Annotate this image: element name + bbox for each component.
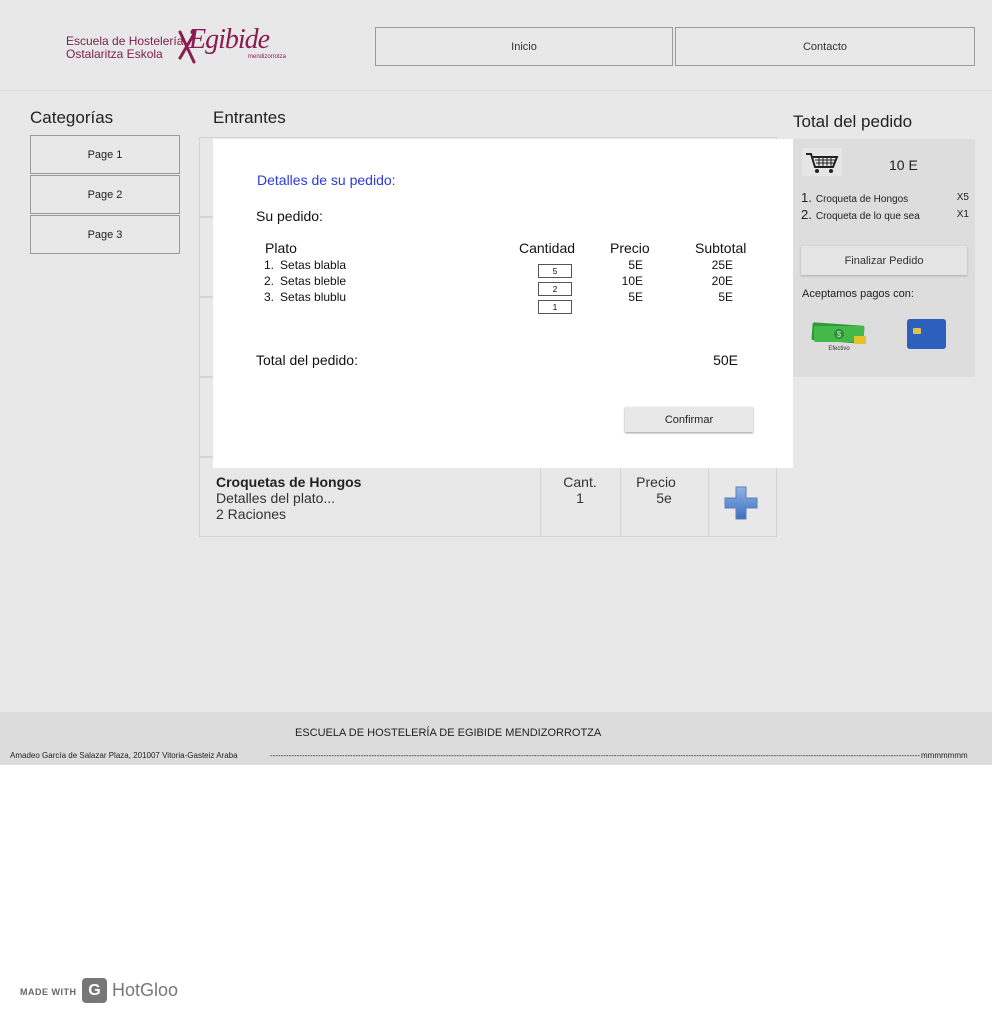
modal-subtitle: Su pedido:	[256, 208, 323, 224]
modal-item-name: Setas bleble	[280, 274, 347, 288]
modal-item-price: 10E	[621, 274, 643, 288]
payment-methods-label: Aceptamos pagos con:	[802, 288, 914, 300]
dish-price-value: 5e	[656, 490, 672, 506]
dish-row: Croquetas de Hongos Detalles del plato..…	[199, 457, 777, 537]
column-divider	[708, 458, 709, 536]
modal-item-subtotal: 20E	[711, 274, 733, 288]
modal-item-subtotal: 5E	[718, 290, 733, 304]
finalize-order-button[interactable]: Finalizar Pedido	[801, 246, 967, 275]
footer-title: ESCUELA DE HOSTELERÍA DE EGIBIDE MENDIZO…	[295, 727, 602, 739]
modal-title: Detalles de su pedido:	[257, 172, 396, 188]
order-item-qty: X5	[956, 192, 969, 203]
dish-qty-value: 1	[576, 490, 584, 506]
order-item-qty: X1	[956, 209, 969, 220]
quantity-input[interactable]	[538, 300, 572, 314]
dish-name: Croquetas de Hongos	[216, 474, 362, 490]
cart-icon[interactable]	[802, 148, 842, 176]
modal-item: 1. Setas blabla	[264, 258, 346, 272]
modal-item-number: 1.	[264, 258, 275, 272]
modal-item: 2. Setas bleble	[264, 274, 346, 288]
made-with-text: MADE WITH	[20, 987, 77, 997]
app-wireframe: Escuela de Hostelería Ostalaritza Eskola…	[0, 0, 992, 765]
category-page-3-button[interactable]: Page 3	[30, 215, 180, 254]
column-header-dish: Plato	[265, 240, 297, 256]
quantity-input[interactable]	[538, 282, 572, 296]
logo-line1: Escuela de Hostelería	[66, 34, 184, 48]
order-amount: 10 E	[889, 157, 918, 173]
modal-item-subtotal: 25E	[711, 258, 733, 272]
order-item-name: Croqueta de Hongos	[815, 194, 909, 205]
footer: ESCUELA DE HOSTELERÍA DE EGIBIDE MENDIZO…	[0, 712, 992, 765]
footer-dashes: ----------------------------------------…	[270, 751, 920, 760]
plus-icon[interactable]	[724, 486, 758, 520]
category-page-2-button[interactable]: Page 2	[30, 175, 180, 214]
footer-address: Amadeo García de Salazar Plaza, 201007 V…	[10, 751, 238, 760]
modal-item-number: 2.	[264, 274, 275, 288]
column-header-qty: Cantidad	[519, 240, 576, 256]
logo-brand: Egibide	[189, 24, 270, 55]
modal-item-price: 5E	[628, 258, 643, 272]
nav-inicio-button[interactable]: Inicio	[375, 27, 673, 66]
hotgloo-icon: G	[82, 978, 107, 1003]
order-item-number: 2.	[801, 207, 812, 222]
order-item-number: 1.	[801, 190, 812, 205]
made-with-hotgloo-badge[interactable]: MADE WITH G HotGloo	[20, 978, 180, 1006]
order-total-title: Total del pedido	[793, 112, 913, 131]
modal-total-value: 50E	[713, 352, 738, 368]
header: Escuela de Hostelería Ostalaritza Eskola…	[0, 0, 992, 91]
dish-qty-label: Cant.	[563, 474, 597, 490]
cash-label: Efectivo	[828, 346, 850, 352]
order-panel: 10 E 1. Croqueta de Hongos X5 2. Croqueta …	[793, 139, 975, 377]
categories-title: Categorías	[30, 108, 114, 127]
modal-item-name: Setas blublu	[280, 290, 347, 304]
modal-item-name: Setas blabla	[280, 258, 347, 272]
order-item-name: Croqueta de lo que sea	[815, 211, 920, 222]
column-divider	[620, 458, 621, 536]
modal-item: 3. Setas blublu	[264, 290, 346, 304]
column-header-price: Precio	[610, 240, 650, 256]
modal-item-number: 3.	[264, 290, 275, 304]
logo-sub: mendizorrotza	[248, 54, 287, 60]
quantity-input[interactable]	[538, 264, 572, 278]
dish-details: Detalles del plato...	[216, 490, 336, 506]
footer-tail: mmmmmmm	[921, 751, 968, 760]
category-page-1-button[interactable]: Page 1	[30, 135, 180, 174]
cash-icon: $ Efectivo	[811, 322, 866, 352]
dish-rations: 2 Raciones	[216, 506, 287, 522]
order-item: 1. Croqueta de Hongos X5	[801, 190, 969, 205]
order-details-modal: Detalles de su pedido: Su pedido: Plato …	[213, 139, 793, 468]
card-icon	[907, 319, 946, 349]
order-item: 2. Croqueta de lo que sea X1	[801, 207, 969, 222]
logo-line2: Ostalaritza Eskola	[66, 47, 163, 61]
nav-contacto-button[interactable]: Contacto	[675, 27, 975, 66]
modal-item-price: 5E	[628, 290, 643, 304]
svg-text:$: $	[837, 330, 842, 339]
dish-price-label: Precio	[636, 474, 676, 490]
modal-total-label: Total del pedido:	[256, 352, 358, 368]
confirm-button[interactable]: Confirmar	[625, 407, 753, 432]
section-title: Entrantes	[213, 108, 286, 127]
egibide-logo[interactable]: Escuela de Hostelería Ostalaritza Eskola…	[64, 22, 294, 68]
hotgloo-brand: HotGloo	[112, 980, 179, 1000]
column-header-subtotal: Subtotal	[695, 240, 747, 256]
